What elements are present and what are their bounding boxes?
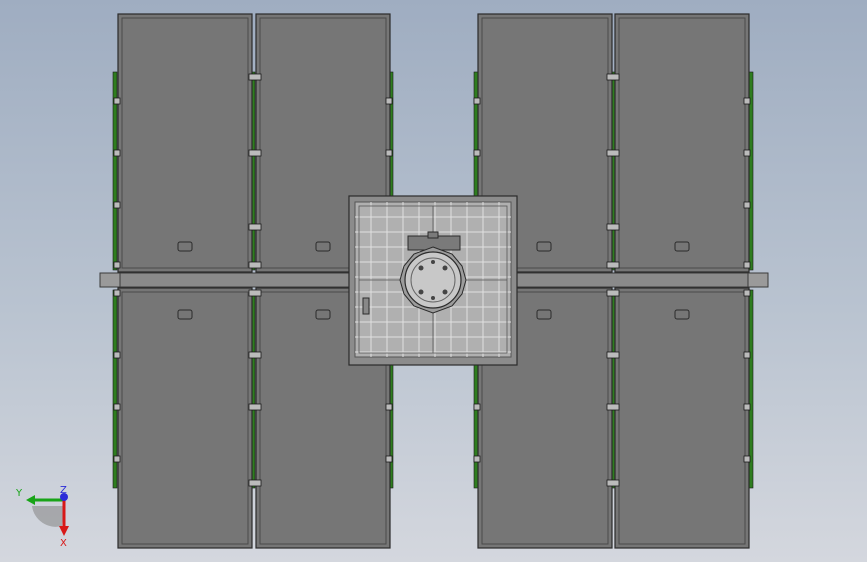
solar-panel[interactable] bbox=[614, 287, 750, 549]
z-axis-label: Z bbox=[60, 485, 67, 496]
axis-triad: Y Z X bbox=[15, 485, 69, 548]
cad-viewport[interactable] bbox=[0, 0, 867, 562]
hub-connector bbox=[362, 297, 370, 315]
y-axis-label: Y bbox=[15, 488, 23, 499]
triad-shadow bbox=[32, 506, 64, 527]
y-axis-head bbox=[26, 495, 35, 505]
solar-panel[interactable] bbox=[117, 287, 253, 549]
solar-panel[interactable] bbox=[117, 13, 253, 273]
central-hub[interactable] bbox=[348, 195, 518, 366]
x-axis-head bbox=[59, 526, 69, 536]
x-axis-label: X bbox=[60, 538, 67, 548]
solar-panel[interactable] bbox=[614, 13, 750, 273]
